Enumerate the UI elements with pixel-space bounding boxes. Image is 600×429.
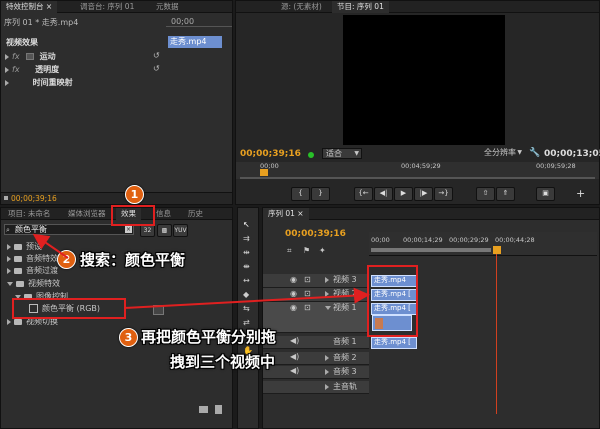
arrow-to-clips bbox=[123, 287, 370, 309]
annotation-arrows bbox=[32, 233, 370, 309]
arrow-to-search bbox=[32, 233, 69, 259]
